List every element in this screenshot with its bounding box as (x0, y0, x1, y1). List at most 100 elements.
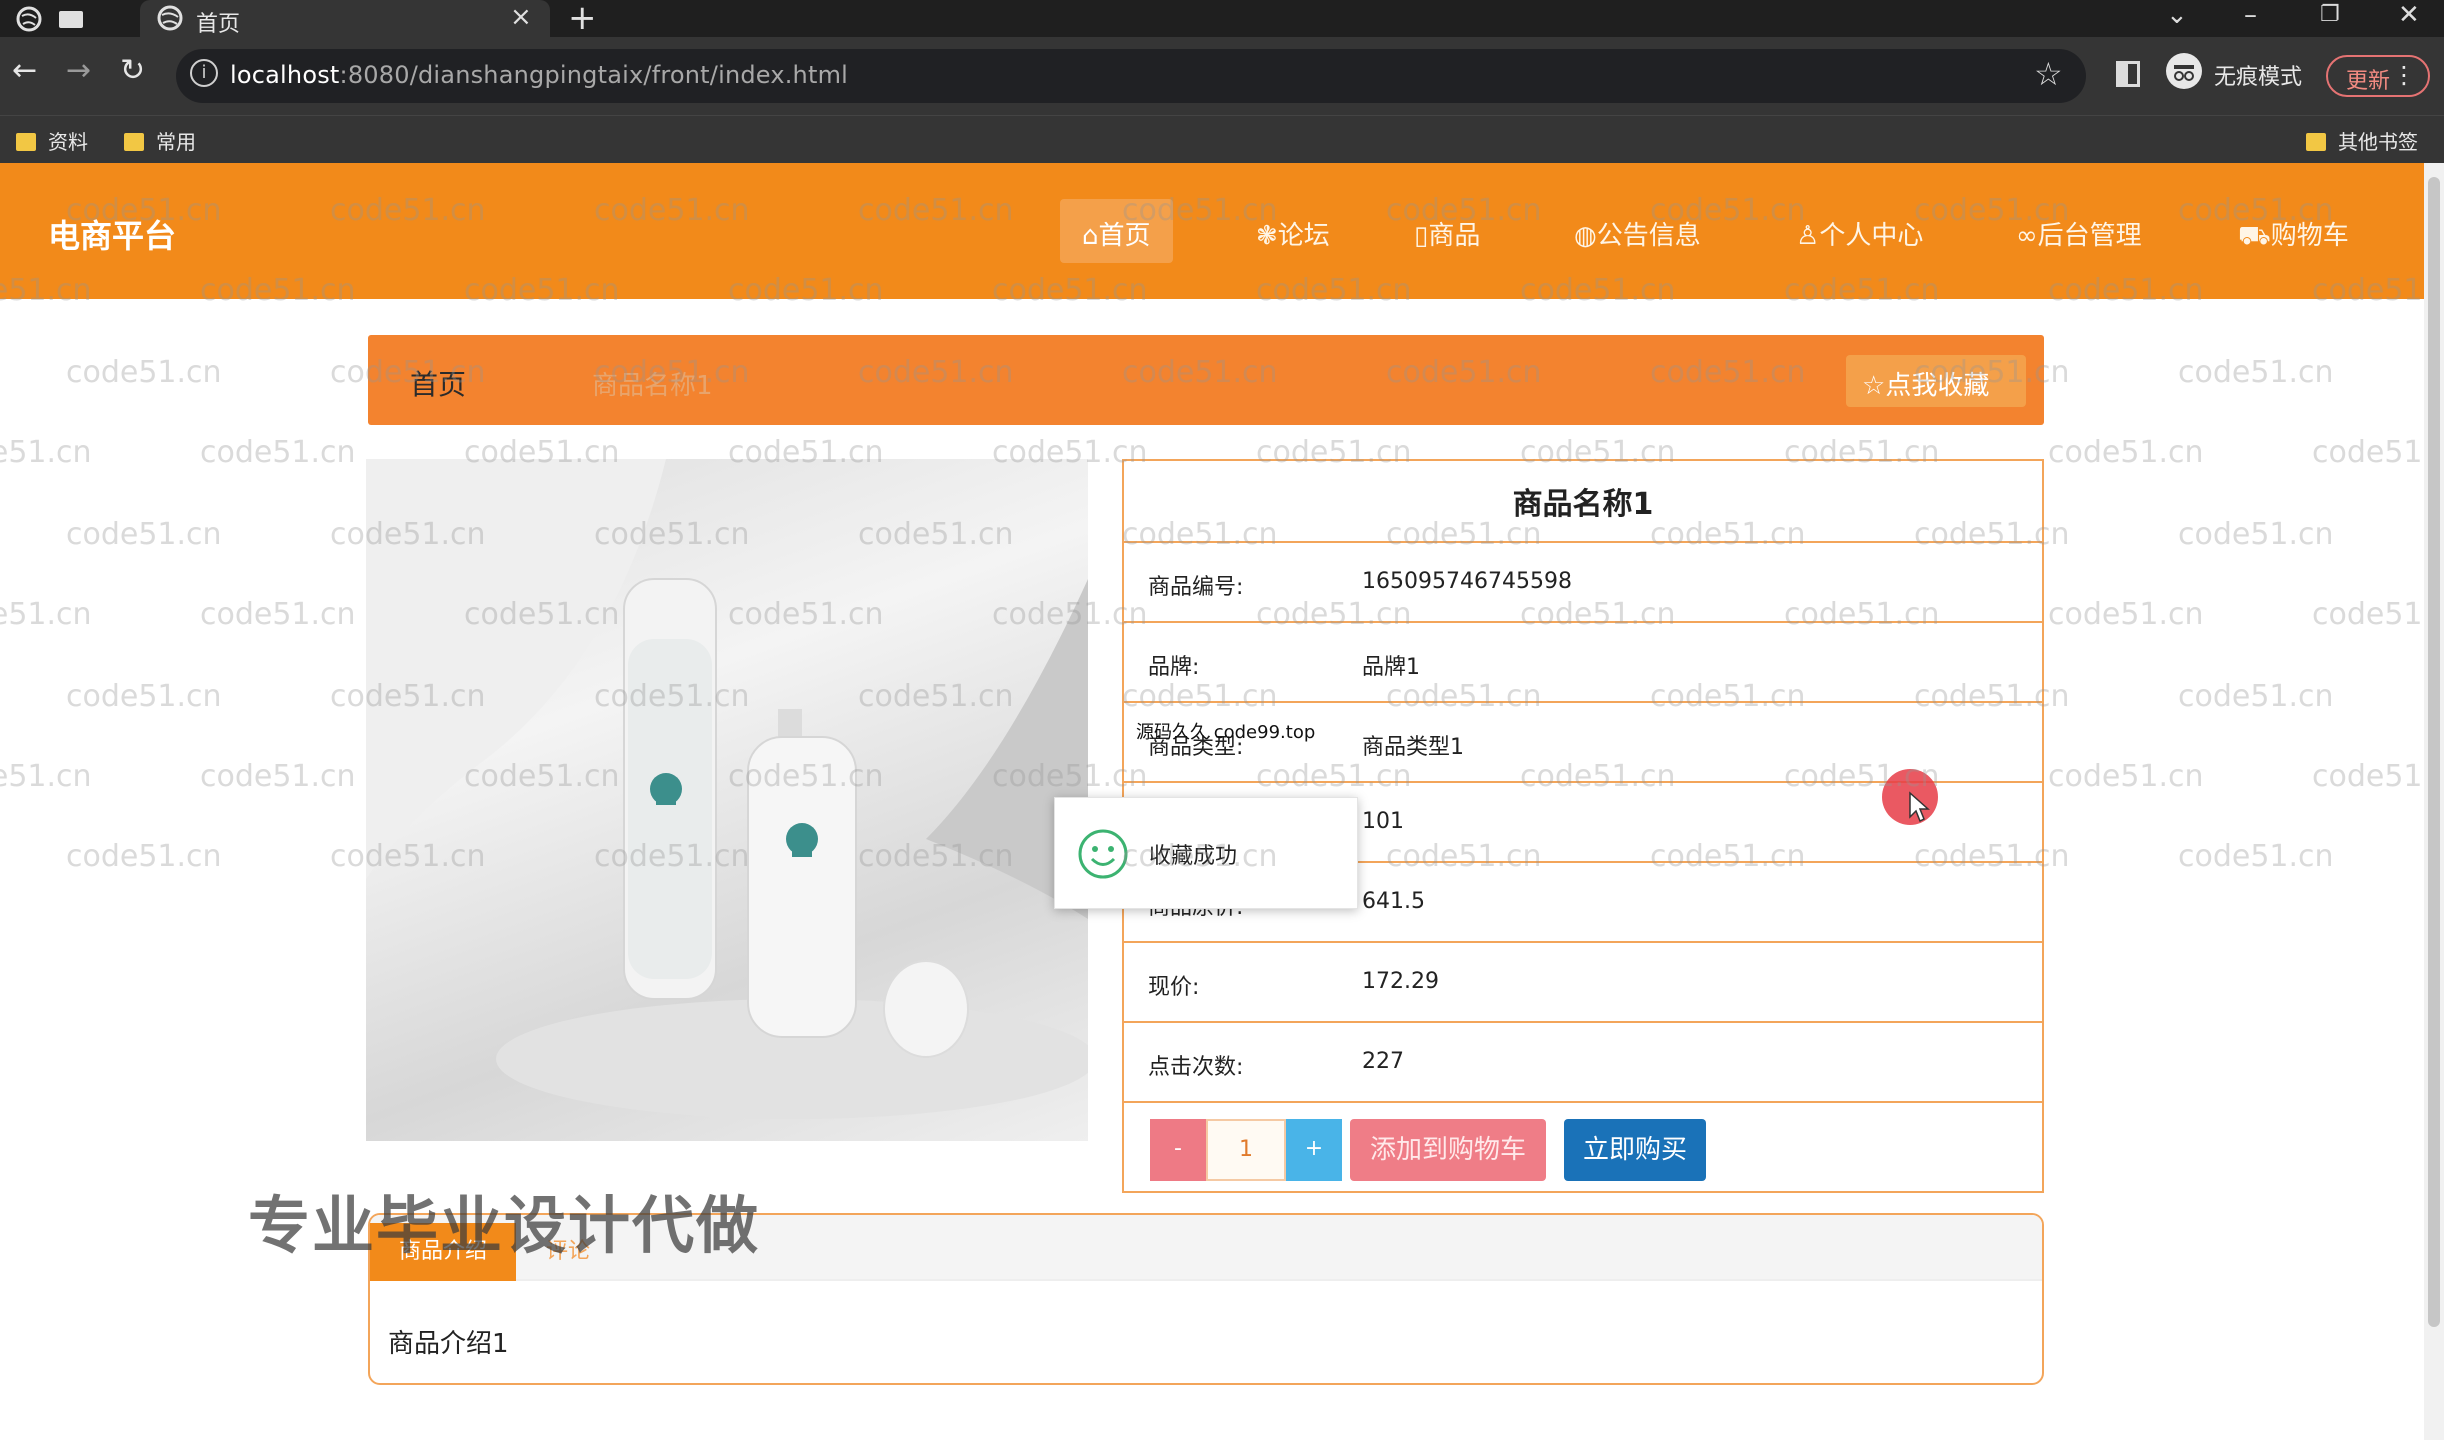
watermark-text: code51.cn (66, 517, 222, 552)
promo-overlay-text: 专业毕业设计代做 (248, 1189, 761, 1262)
watermark-text: code51.cn (0, 597, 92, 632)
page-scrollbar[interactable] (2424, 163, 2444, 1440)
nav-user-center[interactable]: ♙个人中心 (1774, 199, 1945, 263)
breadcrumb-current: 商品名称1 (592, 371, 713, 401)
watermark-text: code51.cn (200, 759, 356, 794)
site-logo[interactable]: 电商平台 (48, 211, 176, 257)
bookmarks-bar: 资料 常用 其他书签 (0, 115, 2444, 163)
favorite-button[interactable]: ☆点我收藏 (1846, 355, 2026, 407)
row-value: 172.29 (1362, 969, 1439, 994)
nav-forum[interactable]: ❃论坛 (1234, 199, 1352, 263)
product-image (366, 459, 1088, 1141)
product-icon: ▯ (1414, 221, 1429, 251)
user-icon: ♙ (1796, 221, 1820, 251)
row-label: 点击次数: (1148, 1055, 1244, 1080)
reload-icon[interactable]: ↻ (120, 53, 145, 88)
restore-icon[interactable]: ❐ (2320, 2, 2340, 27)
home-icon: ⌂ (1082, 221, 1099, 251)
address-bar[interactable]: i localhost:8080/dianshangpingtaix/front… (176, 49, 2086, 103)
row-label: 商品编号: (1148, 575, 1244, 600)
cursor-highlight (1882, 769, 1938, 825)
quantity-increment-button[interactable]: + (1286, 1119, 1342, 1181)
toast-text: 收藏成功 (1149, 844, 1238, 869)
minimize-icon[interactable]: – (2244, 0, 2257, 30)
tab-title: 首页 (196, 12, 241, 37)
row-value: 165095746745598 (1362, 569, 1572, 594)
back-icon[interactable]: ← (12, 53, 37, 88)
nav-cart[interactable]: ⛟购物车 (2216, 199, 2371, 263)
purchase-row: - 1 + 添加到购物车 立即购买 (1124, 1101, 2042, 1191)
row-click-count: 点击次数: 227 (1124, 1021, 2042, 1101)
forward-icon[interactable]: → (66, 53, 91, 88)
nav-admin[interactable]: ∞后台管理 (1994, 199, 2164, 263)
site-header: 电商平台 ⌂首页 ❃论坛 ▯商品 ◍公告信息 ♙个人中心 ∞后台管理 ⛟购物车 (0, 163, 2424, 299)
folder-icon (124, 133, 144, 151)
side-panel-icon[interactable] (2116, 61, 2140, 87)
bookmark-folder-changyong[interactable]: 常用 (124, 126, 196, 155)
row-label: 品牌: (1148, 655, 1200, 680)
source-overlay-text: 源码久久 code99.top (1136, 722, 1316, 743)
breadcrumb-home[interactable]: 首页 (410, 363, 466, 403)
watermark-text: code51.cn (2178, 839, 2334, 874)
cart-icon: ⛟ (2238, 221, 2271, 251)
announcement-icon: ◍ (1574, 221, 1597, 251)
watermark-text: code51.cn (0, 435, 92, 470)
incognito-icon[interactable] (2166, 53, 2202, 89)
watermark-text: code51.cn (2178, 355, 2334, 390)
watermark-text: code51.cn (66, 355, 222, 390)
globe-icon (156, 4, 186, 34)
nav-products[interactable]: ▯商品 (1392, 199, 1502, 263)
bookmark-folder-other[interactable]: 其他书签 (2306, 126, 2418, 155)
watermark-text: code51.cn (2178, 517, 2334, 552)
tab-search-icon[interactable]: ⌄ (2166, 0, 2188, 30)
tab-overview-icon[interactable] (56, 4, 86, 34)
star-icon: ☆ (1862, 371, 1886, 401)
nav-announcements[interactable]: ◍公告信息 (1552, 199, 1723, 263)
product-title: 商品名称1 (1512, 487, 1654, 522)
incognito-label: 无痕模式 (2214, 65, 2303, 90)
row-value: 101 (1362, 809, 1404, 834)
new-tab-button[interactable]: + (568, 0, 597, 38)
update-button[interactable]: 更新 ⋮ (2326, 55, 2430, 97)
watermark-text: code51.cn (2048, 759, 2204, 794)
row-value: 商品类型1 (1362, 735, 1464, 760)
watermark-text: code51.cn (200, 597, 356, 632)
row-current-price: 现价: 172.29 (1124, 941, 2042, 1021)
row-value: 227 (1362, 1049, 1404, 1074)
add-to-cart-button[interactable]: 添加到购物车 (1350, 1119, 1546, 1181)
row-value: 品牌1 (1362, 655, 1420, 680)
browser-toolbar: ← → ↻ i localhost:8080/dianshangpingtaix… (0, 37, 2444, 115)
browser-tab-active[interactable]: 首页 × (140, 0, 550, 37)
quantity-input[interactable]: 1 (1206, 1119, 1286, 1181)
watermark-text: code51.cn (66, 839, 222, 874)
row-label: 现价: (1148, 975, 1200, 1000)
watermark-text: code51.cn (2178, 679, 2334, 714)
buy-now-button[interactable]: 立即购买 (1564, 1119, 1706, 1181)
link-icon: ∞ (2016, 221, 2038, 251)
smile-icon (1077, 828, 1129, 884)
folder-icon (16, 133, 36, 151)
nav-home[interactable]: ⌂首页 (1060, 199, 1173, 263)
forum-icon: ❃ (1256, 221, 1278, 251)
watermark-text: code51.cn (2048, 597, 2204, 632)
close-window-icon[interactable]: ✕ (2398, 0, 2420, 30)
browser-tab-strip: 首页 × + ⌄ – ❐ ✕ (0, 0, 2444, 38)
more-menu-icon[interactable]: ⋮ (2392, 61, 2416, 89)
watermark-text: code51.cn (2048, 435, 2204, 470)
web-page: 电商平台 ⌂首页 ❃论坛 ▯商品 ◍公告信息 ♙个人中心 ∞后台管理 ⛟购物车 … (0, 163, 2444, 1440)
row-value: 641.5 (1362, 889, 1425, 914)
scrollbar-thumb[interactable] (2428, 177, 2440, 1327)
row-product-code: 商品编号: 165095746745598 (1124, 541, 2042, 621)
url-text: localhost:8080/dianshangpingtaix/front/i… (230, 61, 849, 89)
folder-icon (2306, 133, 2326, 151)
quantity-decrement-button[interactable]: - (1150, 1119, 1206, 1181)
product-intro-text: 商品介绍1 (388, 1329, 509, 1359)
row-brand: 品牌: 品牌1 (1124, 621, 2042, 701)
bookmark-star-icon[interactable]: ☆ (2034, 55, 2063, 93)
close-tab-icon[interactable]: × (510, 2, 532, 32)
site-info-icon[interactable]: i (190, 59, 218, 87)
update-label: 更新 (2346, 69, 2391, 94)
toast-notification: 收藏成功 (1054, 797, 1358, 909)
browser-menu-icon[interactable] (14, 4, 44, 34)
bookmark-folder-ziliao[interactable]: 资料 (16, 126, 88, 155)
